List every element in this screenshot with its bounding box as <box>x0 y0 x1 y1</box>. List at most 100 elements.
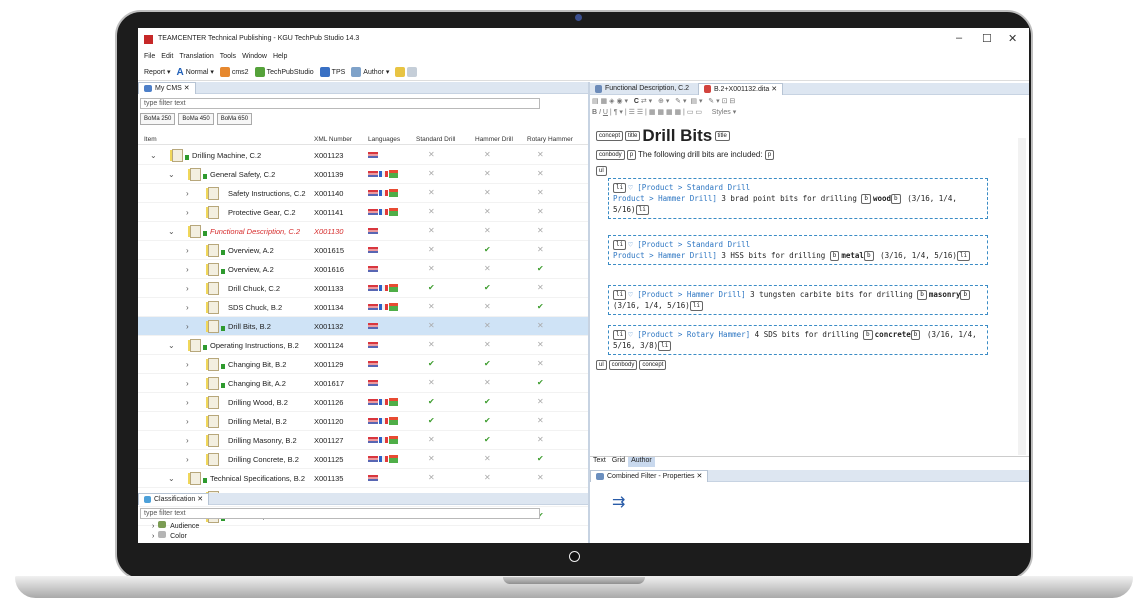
check-icon[interactable]: ✔ <box>484 245 491 254</box>
cross-icon[interactable]: ✕ <box>428 473 435 482</box>
cross-icon[interactable]: ✕ <box>537 359 544 368</box>
cross-icon[interactable]: ✕ <box>428 264 435 273</box>
cross-icon[interactable]: ✕ <box>428 435 435 444</box>
menu-translation[interactable]: Translation <box>179 53 213 60</box>
maximize-button[interactable]: ☐ <box>982 32 992 45</box>
expand-icon[interactable]: › <box>186 303 189 312</box>
normal-button[interactable]: A Normal ▾ <box>177 67 214 78</box>
cross-icon[interactable]: ✕ <box>484 188 491 197</box>
tab-functional-description[interactable]: Functional Description, C.2 <box>590 83 698 95</box>
tree-row[interactable]: › Drill Bits, B.2 X001132 ✕ ✕ ✕ <box>138 317 588 336</box>
tab-drill-bits[interactable]: B.2+X001132.dita ✕ <box>697 82 784 95</box>
tree-row[interactable]: ⌄ Functional Description, C.2 X001130 ✕ ✕ ✕ <box>138 222 588 241</box>
cross-icon[interactable]: ✕ <box>484 150 491 159</box>
col-standard[interactable]: Standard Drill <box>416 136 455 143</box>
cross-icon[interactable]: ✕ <box>537 207 544 216</box>
check-icon[interactable]: ✔ <box>537 302 544 311</box>
cross-icon[interactable]: ✕ <box>537 435 544 444</box>
cross-icon[interactable]: ✕ <box>537 473 544 482</box>
check-icon[interactable]: ✔ <box>428 397 435 406</box>
tree-row[interactable]: › Protective Gear, C.2 X001141 ✕ ✕ ✕ <box>138 203 588 222</box>
col-languages[interactable]: Languages <box>368 136 400 143</box>
check-icon[interactable]: ✔ <box>537 378 544 387</box>
tree-row[interactable]: › SDS Chuck, B.2 X001134 ✕ ✕ ✔ <box>138 298 588 317</box>
expand-icon[interactable]: ⌄ <box>168 227 175 236</box>
author-button[interactable]: Author ▾ <box>351 67 389 77</box>
menu-window[interactable]: Window <box>242 53 267 60</box>
cross-icon[interactable]: ✕ <box>428 340 435 349</box>
minimize-button[interactable]: – <box>956 32 962 44</box>
cross-icon[interactable]: ✕ <box>537 226 544 235</box>
cross-icon[interactable]: ✕ <box>537 150 544 159</box>
tab-text[interactable]: Text <box>590 457 609 467</box>
cross-icon[interactable]: ✕ <box>428 150 435 159</box>
tree-row[interactable]: › Drill Chuck, C.2 X001133 ✔ ✔ ✕ <box>138 279 588 298</box>
dita-editor[interactable]: concept title Drill Bits title conbody p The… <box>590 120 1016 453</box>
report-button[interactable]: Report ▾ <box>144 68 171 77</box>
cross-icon[interactable]: ✕ <box>484 169 491 178</box>
expand-icon[interactable]: ⌄ <box>168 170 175 179</box>
cross-icon[interactable]: ✕ <box>428 378 435 387</box>
expand-icon[interactable]: › <box>186 322 189 331</box>
arrows-icon[interactable]: ⇉ <box>612 492 625 512</box>
col-item[interactable]: Item <box>144 136 157 143</box>
expand-icon[interactable]: › <box>186 284 189 293</box>
chip-boma-250[interactable]: BoMa 250 <box>140 113 176 125</box>
expand-icon[interactable]: › <box>186 417 189 426</box>
check-icon[interactable]: ✔ <box>537 454 544 463</box>
cross-icon[interactable]: ✕ <box>428 207 435 216</box>
tree-row[interactable]: › Overview, A.2 X001615 ✕ ✔ ✕ <box>138 241 588 260</box>
cross-icon[interactable]: ✕ <box>537 340 544 349</box>
expand-icon[interactable]: › <box>186 208 189 217</box>
tab-my-cms[interactable]: My CMS ✕ <box>138 81 196 94</box>
cross-icon[interactable]: ✕ <box>484 321 491 330</box>
cross-icon[interactable]: ✕ <box>428 226 435 235</box>
check-icon[interactable]: ✔ <box>428 283 435 292</box>
classification-item-audience[interactable]: › Audience <box>152 521 199 530</box>
tree-row[interactable]: ⌄ General Safety, C.2 X001139 ✕ ✕ ✕ <box>138 165 588 184</box>
cross-icon[interactable]: ✕ <box>428 188 435 197</box>
expand-icon[interactable]: › <box>186 360 189 369</box>
tab-author[interactable]: Author <box>628 457 655 467</box>
toolbar-misc-icons[interactable] <box>395 67 418 77</box>
menu-help[interactable]: Help <box>273 53 287 60</box>
editor-scrollbar[interactable] <box>1018 138 1026 455</box>
expand-icon[interactable]: › <box>186 398 189 407</box>
tree-row[interactable]: › Changing Bit, A.2 X001617 ✕ ✕ ✔ <box>138 374 588 393</box>
tps-button[interactable]: TPS <box>319 67 345 77</box>
cross-icon[interactable]: ✕ <box>484 454 491 463</box>
expand-icon[interactable]: › <box>186 189 189 198</box>
list-item[interactable]: li ♡ [Product > Standard Drill Product > H… <box>608 235 988 265</box>
tree-row[interactable]: ⌄ Operating Instructions, B.2 X001124 ✕ ✕ ✕ <box>138 336 588 355</box>
cross-icon[interactable]: ✕ <box>428 169 435 178</box>
cross-icon[interactable]: ✕ <box>428 454 435 463</box>
tree-row[interactable]: › Drilling Metal, B.2 X001120 ✔ ✔ ✕ <box>138 412 588 431</box>
cross-icon[interactable]: ✕ <box>537 169 544 178</box>
chip-boma-450[interactable]: BoMa 450 <box>178 113 214 125</box>
cross-icon[interactable]: ✕ <box>484 340 491 349</box>
classification-filter-input[interactable]: type filter text <box>140 508 540 519</box>
cross-icon[interactable]: ✕ <box>537 397 544 406</box>
col-hammer[interactable]: Hammer Drill <box>475 136 513 143</box>
expand-icon[interactable]: › <box>186 436 189 445</box>
cross-icon[interactable]: ✕ <box>484 378 491 387</box>
expand-icon[interactable]: › <box>186 265 189 274</box>
expand-icon[interactable]: › <box>186 379 189 388</box>
list-item[interactable]: li ♡ [Product > Hammer Drill] 3 tungsten … <box>608 285 988 315</box>
tab-classification[interactable]: Classification ✕ <box>138 492 210 505</box>
check-icon[interactable]: ✔ <box>484 359 491 368</box>
expand-icon[interactable]: ⌄ <box>150 151 157 160</box>
cross-icon[interactable]: ✕ <box>428 321 435 330</box>
cms-button[interactable]: cms2 <box>219 67 249 77</box>
list-item[interactable]: li ♡ [Product > Rotary Hammer] 4 SDS bits… <box>608 325 988 355</box>
cross-icon[interactable]: ✕ <box>484 207 491 216</box>
editor-toolbar-1[interactable]: ▤ ▦ ◈ ◉ ▾ C ⇄ ▾ ⊕ ▾ ✎ ▾ ▤ ▾ ✎ ▾ ⊡ ⊟ <box>592 97 1028 107</box>
expand-icon[interactable]: › <box>186 455 189 464</box>
close-button[interactable]: ✕ <box>1008 32 1017 45</box>
cross-icon[interactable]: ✕ <box>537 321 544 330</box>
check-icon[interactable]: ✔ <box>484 435 491 444</box>
col-xml[interactable]: XML Number <box>314 136 352 143</box>
cross-icon[interactable]: ✕ <box>484 302 491 311</box>
list-item[interactable]: li ♡ [Product > Standard Drill Product > H… <box>608 178 988 219</box>
check-icon[interactable]: ✔ <box>484 283 491 292</box>
